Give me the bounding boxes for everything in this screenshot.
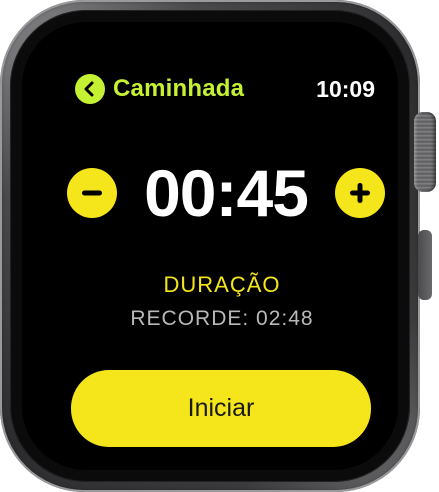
workout-title: Caminhada	[113, 75, 245, 102]
side-button[interactable]	[418, 230, 432, 300]
plus-icon	[350, 183, 370, 203]
start-button[interactable]: Iniciar	[71, 370, 371, 447]
goal-adjuster: 00:45	[67, 152, 385, 234]
watch-bezel: Caminhada 10:09 00:45 DURAÇÃO RECORDE: 0…	[10, 10, 410, 482]
back-button[interactable]	[75, 74, 105, 104]
record-label: RECORDE: 02:48	[130, 307, 314, 330]
minus-icon	[82, 190, 102, 196]
watch-case: Caminhada 10:09 00:45 DURAÇÃO RECORDE: 0…	[0, 0, 420, 492]
clock-time: 10:09	[316, 75, 375, 102]
increase-button[interactable]	[335, 168, 385, 218]
status-bar: Caminhada 10:09	[75, 72, 375, 106]
watch-screen: Caminhada 10:09 00:45 DURAÇÃO RECORDE: 0…	[22, 22, 398, 470]
chevron-left-icon	[84, 81, 94, 97]
goal-value: 00:45	[144, 156, 309, 230]
digital-crown[interactable]	[414, 112, 436, 192]
watch-device: Caminhada 10:09 00:45 DURAÇÃO RECORDE: 0…	[0, 0, 439, 492]
metric-label: DURAÇÃO	[163, 272, 281, 297]
decrease-button[interactable]	[67, 168, 117, 218]
